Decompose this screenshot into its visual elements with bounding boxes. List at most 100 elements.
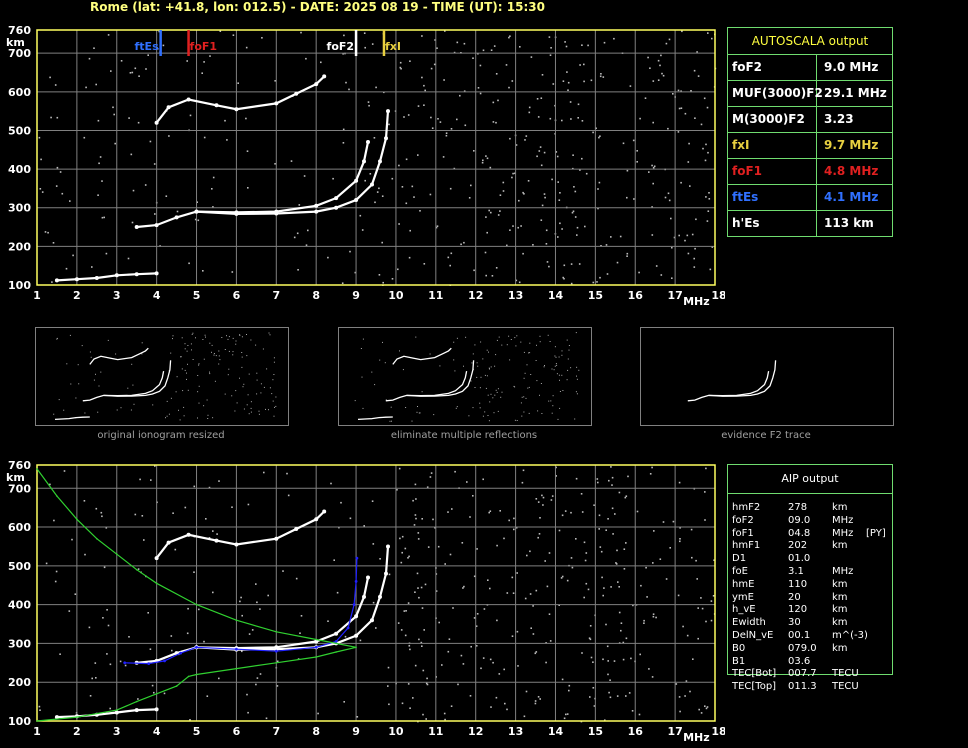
noise-speck <box>563 277 565 280</box>
noise-speck <box>528 386 530 388</box>
noise-speck <box>246 150 249 152</box>
noise-speck <box>417 532 420 534</box>
aip-row-name: hmF1 <box>732 540 761 552</box>
noise-speck <box>610 466 612 468</box>
data-point <box>354 580 358 583</box>
noise-speck <box>364 46 366 49</box>
y-tick-label: 400 <box>8 163 31 176</box>
noise-speck <box>340 501 342 504</box>
noise-speck <box>212 176 215 179</box>
noise-speck <box>537 536 539 539</box>
aip-row-value: 278 <box>788 502 808 513</box>
noise-speck <box>589 625 592 627</box>
noise-speck <box>330 482 332 485</box>
noise-speck <box>488 367 490 369</box>
noise-speck <box>74 593 77 595</box>
noise-speck <box>615 563 618 565</box>
aip-output-table: AIP output hmF2 278 km foF2 09.0 MHz foF1 04.8 M… <box>727 464 893 692</box>
aip-row-unit: TECU <box>832 681 859 693</box>
noise-speck <box>276 685 279 687</box>
noise-speck <box>495 696 498 699</box>
noise-speck <box>561 119 563 122</box>
noise-speck <box>502 181 505 184</box>
noise-speck <box>479 402 481 404</box>
noise-speck <box>376 191 379 193</box>
noise-speck <box>570 511 572 514</box>
noise-speck <box>508 86 510 89</box>
noise-speck <box>576 375 577 377</box>
noise-speck <box>652 121 654 124</box>
noise-speck <box>556 373 558 375</box>
noise-speck <box>243 383 245 385</box>
data-point <box>194 209 199 214</box>
noise-speck <box>400 67 402 70</box>
noise-speck <box>391 420 392 422</box>
noise-speck <box>444 718 446 721</box>
noise-speck <box>490 49 493 51</box>
noise-speck <box>566 339 568 341</box>
noise-speck <box>153 691 155 694</box>
noise-speck <box>144 184 147 186</box>
noise-speck <box>529 342 531 344</box>
noise-speck <box>530 627 532 629</box>
noise-speck <box>667 127 669 130</box>
noise-speck <box>708 198 711 200</box>
data-point <box>114 710 119 715</box>
noise-speck <box>583 596 585 599</box>
noise-speck <box>705 620 707 623</box>
noise-speck <box>592 281 595 284</box>
noise-speck <box>114 142 116 145</box>
noise-speck <box>132 189 135 192</box>
x-tick-label: 15 <box>588 289 603 302</box>
noise-speck <box>78 383 80 385</box>
noise-speck <box>540 219 543 221</box>
noise-speck <box>489 368 490 370</box>
data-point <box>384 136 388 141</box>
noise-speck <box>58 399 60 401</box>
noise-speck <box>363 32 366 34</box>
noise-speck <box>653 165 656 168</box>
noise-speck <box>187 363 188 365</box>
noise-speck <box>240 596 242 599</box>
noise-speck <box>671 246 673 249</box>
noise-speck <box>90 356 92 358</box>
noise-speck <box>368 104 370 107</box>
noise-speck <box>515 345 517 347</box>
noise-speck <box>483 608 486 610</box>
noise-speck <box>571 211 574 214</box>
noise-speck <box>626 169 629 172</box>
data-point <box>352 603 356 606</box>
noise-speck <box>241 336 243 338</box>
noise-speck <box>221 337 223 338</box>
noise-speck <box>516 572 518 574</box>
data-point <box>314 203 319 208</box>
data-point <box>315 638 318 641</box>
noise-speck <box>290 160 293 162</box>
marker-label: ftEs <box>135 40 160 53</box>
noise-speck <box>484 251 487 254</box>
noise-speck <box>107 624 110 627</box>
noise-speck <box>273 415 275 417</box>
noise-speck <box>534 652 537 655</box>
noise-speck <box>143 539 145 541</box>
noise-speck <box>569 101 572 103</box>
noise-speck <box>180 356 182 358</box>
noise-speck <box>103 566 106 569</box>
noise-speck <box>575 332 577 334</box>
noise-speck <box>246 693 248 696</box>
noise-speck <box>317 712 319 715</box>
noise-speck <box>206 399 208 401</box>
noise-speck <box>570 282 573 285</box>
noise-speck <box>193 571 195 573</box>
noise-speck <box>276 660 279 663</box>
data-point <box>275 662 278 664</box>
noise-speck <box>486 349 488 351</box>
noise-speck <box>563 717 566 720</box>
noise-speck <box>555 363 557 365</box>
noise-speck <box>371 371 373 373</box>
noise-speck <box>517 226 519 229</box>
noise-speck <box>570 367 572 369</box>
noise-speck <box>421 607 424 609</box>
noise-speck <box>409 229 411 232</box>
noise-speck <box>665 42 668 45</box>
